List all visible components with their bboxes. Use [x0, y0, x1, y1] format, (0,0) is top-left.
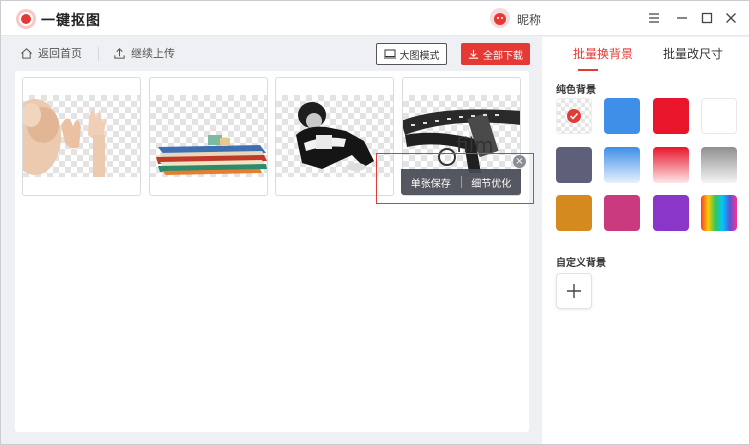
swatch-purple[interactable] — [653, 195, 689, 231]
swatch-transparent[interactable] — [556, 98, 592, 134]
plus-icon — [567, 284, 581, 298]
solid-background-title: 纯色背景 — [556, 85, 596, 96]
large-image-mode-button[interactable]: 大图模式 — [376, 43, 447, 65]
swatch-gradient-rainbow[interactable] — [701, 195, 737, 231]
maximize-icon[interactable] — [699, 10, 715, 26]
check-icon — [567, 109, 581, 123]
settings-panel: 批量换背景 批量改尺寸 纯色背景 自定义背景 — [542, 37, 749, 444]
download-all-button[interactable]: 全部下载 — [461, 43, 530, 65]
nickname[interactable]: 昵称 — [517, 11, 541, 28]
minimize-icon[interactable] — [674, 10, 690, 26]
add-custom-background-button[interactable] — [556, 273, 592, 309]
custom-background-title: 自定义背景 — [556, 258, 606, 269]
image-thumbnail[interactable] — [149, 77, 268, 196]
swatch-gradient-blue[interactable] — [604, 147, 640, 183]
swatch-slate[interactable] — [556, 147, 592, 183]
toolbar-divider — [98, 47, 99, 61]
swatch-red[interactable] — [653, 98, 689, 134]
title-bar: 一键抠图 昵称 — [1, 1, 749, 36]
logo-icon — [16, 9, 36, 29]
toolbar: 返回首页 继续上传 大图模式 全部下载 — [1, 37, 542, 71]
baby-photo-icon — [23, 95, 140, 177]
avatar[interactable] — [490, 8, 510, 28]
large-image-mode-label: 大图模式 — [399, 50, 440, 62]
swatch-gradient-red[interactable] — [653, 147, 689, 183]
home-button[interactable]: 返回首页 — [20, 45, 82, 61]
swatch-orange[interactable] — [556, 195, 592, 231]
image-thumbnail[interactable] — [22, 77, 141, 196]
close-icon[interactable] — [723, 10, 739, 26]
upload-icon — [114, 47, 125, 59]
swatch-gradient-gray[interactable] — [701, 147, 737, 183]
active-tab-indicator — [578, 69, 598, 71]
highlight-annotation-box — [376, 153, 534, 204]
swatch-white[interactable] — [701, 98, 737, 134]
download-icon — [468, 49, 479, 59]
image-workspace: film × — [15, 71, 529, 432]
home-icon — [21, 47, 32, 59]
tab-batch-resize[interactable]: 批量改尺寸 — [663, 45, 723, 62]
tab-batch-background[interactable]: 批量换背景 — [573, 45, 633, 62]
upload-label: 继续上传 — [131, 47, 175, 60]
swatch-blue[interactable] — [604, 98, 640, 134]
home-label: 返回首页 — [38, 47, 82, 60]
books-photo-icon — [150, 95, 267, 177]
swatch-magenta[interactable] — [604, 195, 640, 231]
app-window: 一键抠图 昵称 返回首页 继续上传 大图模式 全部下载 film × 单张保存 … — [0, 0, 750, 445]
monitor-icon — [383, 49, 396, 59]
download-all-label: 全部下载 — [483, 50, 523, 62]
app-title: 一键抠图 — [41, 13, 101, 29]
upload-button[interactable]: 继续上传 — [113, 45, 175, 61]
menu-icon[interactable] — [646, 10, 662, 26]
